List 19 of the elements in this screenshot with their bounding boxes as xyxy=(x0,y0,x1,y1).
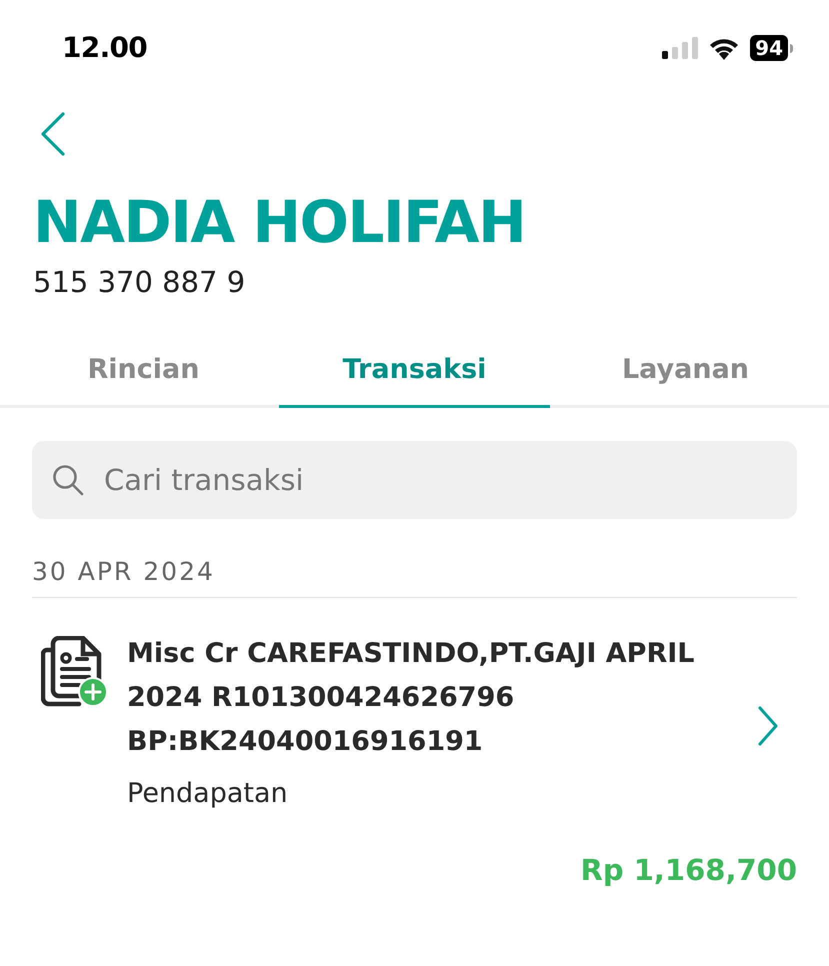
search-icon xyxy=(52,464,84,496)
tab[interactable]: Transaksi xyxy=(279,336,550,408)
tab[interactable]: Rincian xyxy=(8,336,279,408)
tab[interactable]: Layanan xyxy=(550,336,821,408)
account-name: NADIA HOLIFAH xyxy=(33,187,526,258)
transaction-category: Pendapatan xyxy=(127,777,289,811)
date-header: 30 APR 2024 xyxy=(32,519,797,598)
transaction-title: Misc Cr CAREFASTINDO,PT.GAJI APRIL 2024 R101300424626796 BP:BK24040016916191 xyxy=(127,637,696,759)
battery-level: 94 xyxy=(750,35,788,61)
battery-tip-icon xyxy=(790,44,793,52)
signal-icon xyxy=(662,37,698,59)
document-plus-icon xyxy=(41,636,109,708)
transaction-amount: Rp 1,168,700 xyxy=(580,852,797,889)
transaction-row[interactable]: Misc Cr CAREFASTINDO,PT.GAJI APRIL 2024 R101300424626796 BP:BK24040016916191 Pendapatan Rp 1,168,700 xyxy=(32,598,797,910)
search-field[interactable]: Cari transaksi xyxy=(32,441,797,519)
back-icon[interactable] xyxy=(40,112,66,156)
chevron-right-icon[interactable] xyxy=(757,706,779,746)
status-time: 12.00 xyxy=(62,30,148,66)
account-number: 515 370 887 9 xyxy=(33,264,246,301)
